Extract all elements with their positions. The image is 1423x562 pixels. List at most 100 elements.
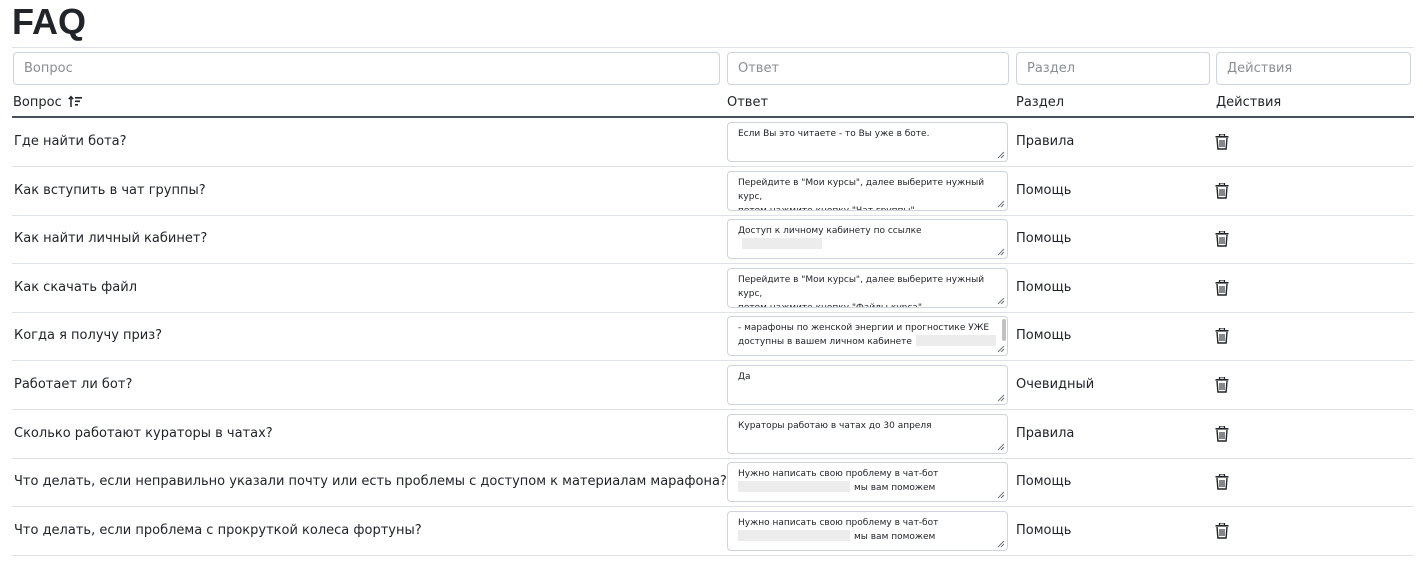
page-title: FAQ (12, 1, 87, 42)
column-header-question[interactable]: Вопрос (13, 94, 82, 114)
trash-icon (1215, 522, 1229, 539)
delete-button[interactable] (1215, 522, 1229, 539)
table-row: Что делать, если проблема с прокруткой к… (12, 507, 1414, 556)
resize-grip-icon[interactable] (997, 151, 1005, 159)
delete-button[interactable] (1215, 376, 1229, 393)
faq-answer-line: Если Вы это читаете - то Вы уже в боте. (738, 127, 997, 141)
faq-question: Что делать, если неправильно указали поч… (14, 474, 727, 490)
trash-icon (1215, 181, 1229, 199)
faq-answer-textarea[interactable]: Перейдите в "Мои курсы", далее выберите … (727, 170, 1008, 211)
faq-answer-text: Перейдите в "Мои курсы", далее выберите … (738, 274, 987, 299)
faq-question: Где найти бота? (14, 134, 127, 149)
trash-icon (1215, 376, 1229, 393)
filter-row (13, 52, 1413, 85)
faq-answer-textarea[interactable]: Если Вы это читаете - то Вы уже в боте. (727, 122, 1008, 162)
resize-grip-icon[interactable] (997, 443, 1005, 451)
faq-question: Что делать, если проблема с прокруткой к… (14, 522, 422, 538)
faq-answer-textarea[interactable]: Доступ к личному кабинету по ссылке (727, 219, 1008, 260)
delete-button[interactable] (1215, 133, 1229, 150)
faq-answer-text: Нужно написать свою проблему в чат-бот (738, 517, 939, 528)
resize-grip-icon[interactable] (997, 345, 1005, 353)
faq-section: Помощь (1016, 279, 1072, 295)
faq-answer-text: Нужно написать свою проблему в чат-бот (738, 469, 939, 480)
column-header-actions: Действия (1216, 95, 1282, 110)
faq-page: FAQ Вопрос Ответ Раздел Действия Где най… (0, 0, 1423, 562)
trash-icon (1215, 473, 1229, 490)
table-row: Когда я получу приз? - марафоны по женско… (12, 312, 1414, 362)
sort-ascending-icon[interactable] (68, 95, 82, 114)
delete-button[interactable] (1215, 473, 1229, 490)
faq-answer-text: Перейдите в "Мои курсы", далее выберите … (738, 177, 987, 202)
faq-answer-line: Доступ к личному кабинету по ссылке (738, 224, 997, 252)
column-header-answer[interactable]: Ответ (727, 94, 768, 112)
trash-icon (1215, 230, 1229, 247)
delete-button[interactable] (1215, 181, 1229, 199)
question-filter-input[interactable] (13, 52, 720, 85)
faq-answer-text: Кураторы работаю в чатах до 30 апреля (738, 420, 932, 431)
faq-section: Помощь (1016, 522, 1072, 538)
redacted-text (738, 529, 850, 541)
answer-filter-input[interactable] (727, 52, 1009, 85)
faq-answer-line: мы вам поможем (738, 529, 997, 544)
section-filter-input[interactable] (1016, 52, 1210, 85)
table-row: Работает ли бот? Да Очевидный (12, 361, 1414, 410)
faq-question: Когда я получу приз? (14, 328, 163, 344)
faq-answer-text: - марафоны по женской энергии и прогност… (738, 323, 990, 334)
resize-grip-icon[interactable] (997, 297, 1005, 305)
table-row: Как вступить в чат группы? Перейдите в "М… (12, 167, 1414, 216)
actions-filter-input[interactable] (1216, 52, 1411, 85)
table-row: Что делать, если неправильно указали поч… (12, 458, 1414, 508)
faq-answer-line: - марафоны по женской энергии и прогност… (738, 321, 997, 335)
faq-answer-line: потом нажмите кнопку "Чат группы" (738, 204, 997, 210)
resize-grip-icon[interactable] (997, 540, 1005, 548)
faq-section: Очевидный (1016, 377, 1095, 392)
delete-button[interactable] (1215, 327, 1229, 345)
faq-answer-text: доступны в вашем личном кабинете (738, 337, 912, 348)
faq-answer-textarea[interactable]: Перейдите в "Мои курсы", далее выберите … (727, 267, 1008, 308)
faq-question: Как найти личный кабинет? (14, 231, 208, 247)
resize-grip-icon[interactable] (997, 394, 1005, 402)
faq-question: Работает ли бот? (14, 377, 133, 392)
delete-button[interactable] (1215, 279, 1229, 296)
resize-grip-icon[interactable] (997, 200, 1005, 208)
faq-answer-textarea[interactable]: Нужно написать свою проблему в чат-бот мы… (727, 462, 1008, 503)
resize-grip-icon[interactable] (997, 248, 1005, 256)
faq-section: Помощь (1016, 231, 1072, 247)
faq-answer-line: Да (738, 370, 997, 384)
faq-answer-line: Нужно написать свою проблему в чат-бот (738, 467, 997, 481)
faq-question: Сколько работают кураторы в чатах? (14, 425, 273, 441)
faq-answer-textarea[interactable]: Нужно написать свою проблему в чат-бот мы… (727, 510, 1008, 551)
resize-grip-icon[interactable] (997, 491, 1005, 499)
textarea-scrollbar[interactable] (1002, 319, 1006, 342)
faq-answer-line: мы вам поможем (738, 481, 997, 495)
faq-answer-line: Перейдите в "Мои курсы", далее выберите … (738, 176, 997, 204)
faq-answer-line: Кураторы работаю в чатах до 30 апреля (738, 419, 997, 433)
faq-answer-line: Нужно написать свою проблему в чат-бот (738, 516, 997, 530)
faq-answer-textarea[interactable]: Да (727, 365, 1008, 405)
faq-answer-textarea[interactable]: - марафоны по женской энергии и прогност… (727, 316, 1008, 357)
faq-answer-text: Если Вы это читаете - то Вы уже в боте. (738, 129, 930, 139)
redacted-text (738, 481, 850, 493)
faq-answer-line: доступны в вашем личном кабинете (738, 335, 997, 349)
faq-answer-text: потом нажмите кнопку "Файлы курса" (738, 302, 922, 308)
faq-answer-text: мы вам поможем (854, 531, 936, 542)
faq-section: Помощь (1016, 182, 1072, 198)
table-row: Как найти личный кабинет? Доступ к личном… (12, 215, 1414, 265)
column-header-section[interactable]: Раздел (1016, 94, 1064, 112)
trash-icon (1215, 424, 1229, 442)
faq-answer-text: мы вам поможем (854, 483, 936, 494)
faq-answer-textarea[interactable]: Кураторы работаю в чатах до 30 апреля (727, 413, 1008, 454)
delete-button[interactable] (1215, 230, 1229, 247)
faq-answer-text: Доступ к личному кабинету по ссылке (738, 226, 922, 237)
faq-answer-line: Перейдите в "Мои курсы", далее выберите … (738, 273, 997, 301)
faq-section: Помощь (1016, 328, 1072, 344)
delete-button[interactable] (1215, 424, 1229, 442)
redacted-text (915, 335, 996, 347)
faq-section: Правила (1016, 425, 1075, 441)
table-row: Как скачать файл Перейдите в "Мои курсы",… (12, 264, 1414, 313)
faq-answer-text: Да (738, 372, 751, 382)
table-row: Сколько работают кураторы в чатах? Курато… (12, 410, 1414, 459)
table-row: Где найти бота? Если Вы это читаете - то … (12, 118, 1414, 167)
trash-icon (1215, 133, 1229, 150)
faq-section: Правила (1016, 134, 1075, 149)
